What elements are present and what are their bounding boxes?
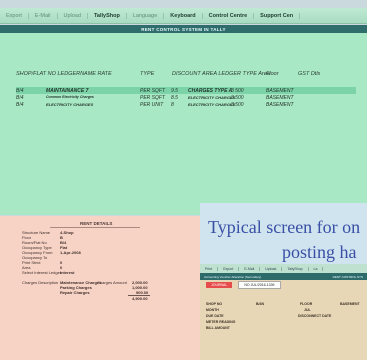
- mini-title-right: RENT CONTROL SYS: [332, 274, 363, 279]
- caption-headline: Typical screen for on posting ha: [208, 217, 361, 262]
- mini-titlebar: Accounting Voucher Alteration (Secondary…: [200, 273, 367, 280]
- toolbar-support-centre[interactable]: Support Cen: [254, 12, 301, 19]
- disconnect-date-label: DISCONNECT DATE: [298, 314, 332, 318]
- rent-details-title: RENT DETAILS: [80, 221, 113, 226]
- toolbar-control-centre[interactable]: Control Centre: [203, 12, 255, 19]
- due-date-label: DUE DATE: [206, 314, 224, 318]
- divider: [50, 227, 140, 228]
- table-row[interactable]: B/4 ELECTRICITY CHARGES PER UNIT 8 ELECT…: [16, 101, 356, 108]
- mini-title-left: Accounting Voucher Alteration (Secondary…: [204, 274, 262, 279]
- charges-label: Charges Description: [22, 280, 59, 285]
- col-type: TYPE: [140, 71, 155, 77]
- shop-no-label: SHOP NO: [206, 302, 223, 306]
- toolbar-export[interactable]: Export: [0, 12, 29, 19]
- field-label: Select Interest Ledger: [22, 270, 62, 275]
- report-title: RENT CONTROL SYSTEM IN TALLY: [0, 25, 367, 33]
- field-value[interactable]: 1-Apr-2008: [60, 250, 81, 255]
- mini-tallyshop[interactable]: TallyShop: [282, 266, 309, 271]
- toolbar-upload[interactable]: Upload: [58, 12, 88, 19]
- toolbar-language[interactable]: Language: [127, 12, 165, 19]
- toolbar-keyboard[interactable]: Keyboard: [164, 12, 203, 19]
- charges-amount-head: Charges Amount: [97, 280, 127, 285]
- month-label: MONTH: [206, 308, 219, 312]
- table-row[interactable]: B/4 MAINTAINANCE 7 PER SQFT 9.5 CHARGES …: [16, 87, 356, 94]
- rent-details-panel: RENT DETAILS Structure Name 4-Shop Floor…: [0, 216, 202, 360]
- voucher-type-badge[interactable]: JOURNAL: [206, 281, 233, 288]
- shop-no-value[interactable]: B/4N: [256, 302, 264, 306]
- mini-email[interactable]: E-Mail: [239, 266, 261, 271]
- bill-amount-label: BILL AMOUNT: [206, 326, 230, 330]
- embedded-voucher-screenshot: Print Export E-Mail Upload TallyShop La …: [200, 264, 367, 360]
- mini-upload[interactable]: Upload: [260, 266, 283, 271]
- voucher-number-field[interactable]: NO JUL/2016-1339: [238, 280, 281, 289]
- mini-export[interactable]: Export: [218, 266, 240, 271]
- col-floor: Floor: [266, 71, 279, 77]
- mini-toolbar: Print Export E-Mail Upload TallyShop La: [200, 264, 367, 273]
- col-discount-ledgertype: DISCOUNT AREA LEDGER TYPE Area: [172, 71, 270, 77]
- month-value[interactable]: JUL: [304, 308, 311, 312]
- charges-total: 4,900.00: [132, 296, 148, 301]
- field-value[interactable]: Interest: [60, 270, 74, 275]
- toolbar-tallyshop[interactable]: TallyShop: [88, 12, 127, 19]
- floor-label: FLOOR: [300, 302, 313, 306]
- col-gst: GST Dtls: [298, 71, 321, 77]
- top-toolbar: Export E-Mail Upload TallyShop Language …: [0, 8, 367, 24]
- table-row[interactable]: B/4 Common Electricity Charges PER SQFT …: [16, 94, 356, 101]
- floor-value[interactable]: BASEMENT: [340, 302, 360, 306]
- charge-name[interactable]: Repair Charges: [60, 290, 90, 295]
- mini-print[interactable]: Print: [200, 266, 219, 271]
- col-shop-ledger-rate: SHOP/FLAT NO LEDGERNAME RATE: [16, 71, 112, 77]
- rent-ledger-report: SHOP/FLAT NO LEDGERNAME RATE TYPE DISCOU…: [0, 33, 367, 215]
- mini-voucher-row: JOURNAL NO JUL/2016-1339: [200, 280, 367, 289]
- mini-language[interactable]: La: [309, 266, 324, 271]
- meter-reading-label: METER READING: [206, 320, 236, 324]
- toolbar-email[interactable]: E-Mail: [29, 12, 58, 19]
